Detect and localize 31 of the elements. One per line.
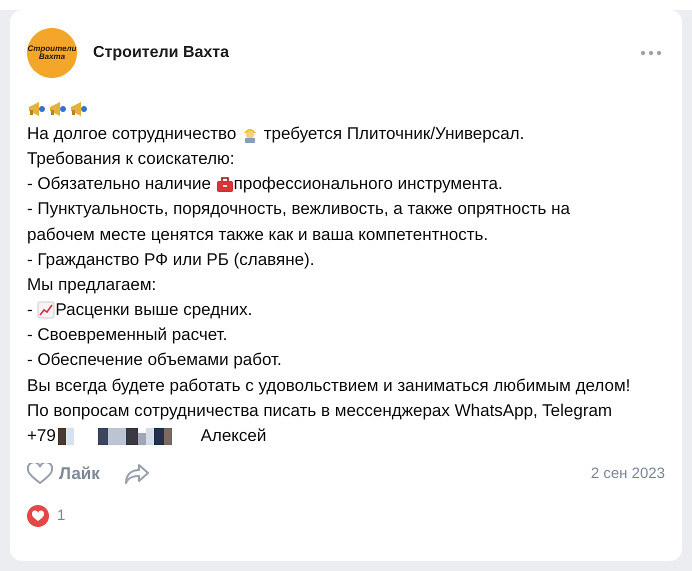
more-icon[interactable] xyxy=(641,51,661,55)
post-text: рабочем месте ценятся также как и ваша компетентность. xyxy=(27,224,488,245)
post-text: На долгое сотрудничество xyxy=(27,124,238,144)
post-date: 2 сен 2023 xyxy=(590,465,665,482)
post-text: Алексей xyxy=(200,426,266,446)
post-text: - Своевременный расчет. xyxy=(27,325,228,346)
post-text: - Пунктуальность, порядочность, вежливость, а также опрятность на xyxy=(27,199,570,220)
post-text: профессионального инструмента. xyxy=(234,174,503,194)
avatar[interactable]: Строители Вахта xyxy=(27,28,77,78)
post-text: Вы всегда будете работать с удовольствием и заниматься любимым делом! xyxy=(27,376,630,396)
author-name[interactable]: Строители Вахта xyxy=(93,44,625,62)
post-text: По вопросам сотрудничества писать в мессенджерах WhatsApp, Telegram xyxy=(27,400,612,421)
megaphone-icon xyxy=(48,100,68,118)
post-text: - Гражданство РФ или РБ (славяне). xyxy=(27,250,314,270)
megaphone-icon xyxy=(27,100,47,118)
post-text: - Обеспечение объемами работ. xyxy=(27,350,282,370)
post-text: требуется Плиточник/Универсал. xyxy=(262,124,524,144)
share-icon xyxy=(124,462,150,485)
reaction-count: 1 xyxy=(57,507,66,524)
post-text: - Обязательно наличие xyxy=(27,174,212,194)
post-text: Требования к соискателю: xyxy=(27,148,235,169)
post-text: Расценки выше средних. xyxy=(55,300,252,320)
heart-icon xyxy=(27,462,53,485)
megaphone-icon xyxy=(69,100,89,118)
toolbox-icon xyxy=(216,175,234,194)
post-text: Мы предлагаем: xyxy=(27,274,156,295)
heart-reaction-icon[interactable] xyxy=(27,504,49,527)
chart-icon xyxy=(37,301,56,320)
share-button[interactable] xyxy=(124,462,150,485)
post-text: - xyxy=(27,300,34,320)
post-text: +79 xyxy=(27,426,56,446)
